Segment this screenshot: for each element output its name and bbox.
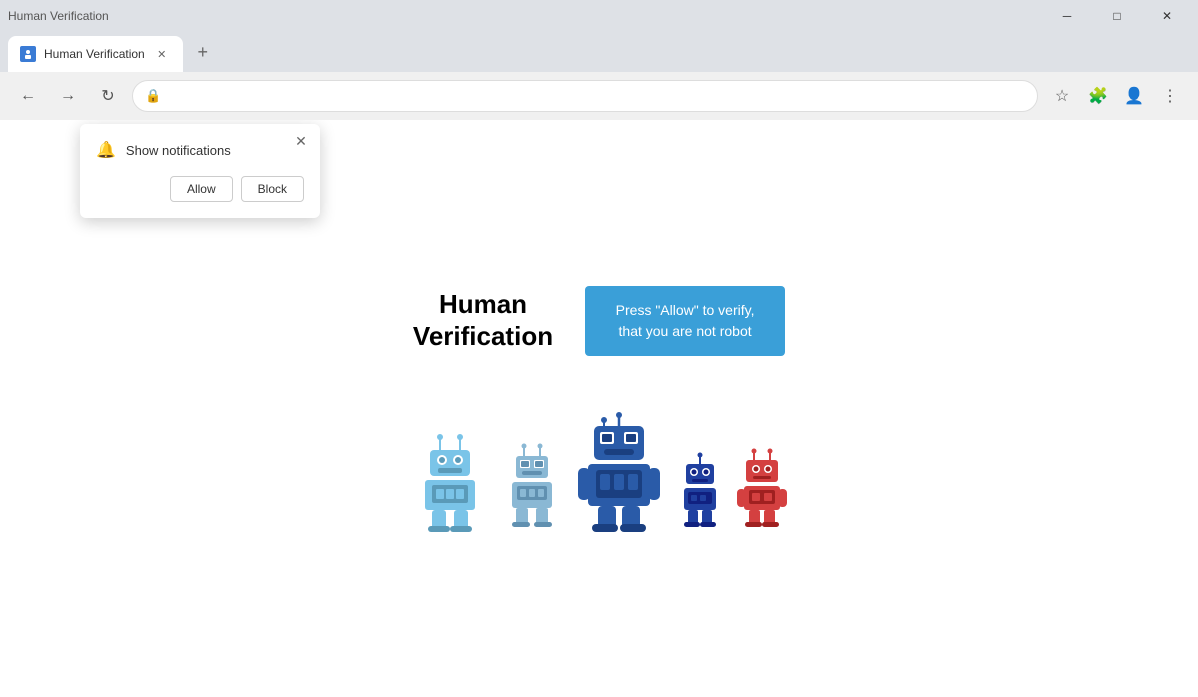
nav-bar: ← → ↻ 🔒 ☆ 🧩 👤 ⋮	[0, 72, 1198, 120]
back-button[interactable]: ←	[12, 80, 44, 112]
forward-button[interactable]: →	[52, 80, 84, 112]
tab-bar: Human Verification ✕ +	[0, 32, 1198, 72]
nav-actions: ☆ 🧩 👤 ⋮	[1046, 80, 1186, 112]
tab-title-text: Human Verification	[44, 47, 145, 61]
robot-2	[502, 442, 562, 532]
robot-3	[574, 412, 664, 532]
robot-1	[410, 432, 490, 532]
tab-favicon	[20, 46, 36, 62]
window-controls: ─ □ ✕	[1044, 0, 1190, 32]
profile-button[interactable]: 👤	[1118, 80, 1150, 112]
robots-section	[410, 412, 788, 532]
title-bar: Human Verification ─ □ ✕	[0, 0, 1198, 32]
notification-popup: ✕ 🔔 Show notifications Allow Block	[80, 124, 320, 218]
address-bar[interactable]: 🔒	[132, 80, 1038, 112]
active-tab[interactable]: Human Verification ✕	[8, 36, 183, 72]
verification-title: Human Verification	[413, 289, 553, 351]
new-tab-button[interactable]: +	[187, 36, 219, 68]
bell-icon: 🔔	[96, 140, 116, 160]
lock-icon: 🔒	[145, 88, 161, 104]
popup-buttons: Allow Block	[96, 176, 304, 202]
allow-button[interactable]: Allow	[170, 176, 233, 202]
page-content: ✕ 🔔 Show notifications Allow Block Human…	[0, 120, 1198, 697]
block-button[interactable]: Block	[241, 176, 304, 202]
bookmark-button[interactable]: ☆	[1046, 80, 1078, 112]
tab-close-button[interactable]: ✕	[153, 45, 171, 63]
verification-section: Human Verification Press "Allow" to veri…	[413, 286, 785, 356]
close-button[interactable]: ✕	[1144, 0, 1190, 32]
robot-4	[676, 452, 724, 532]
verification-cta: Press "Allow" to verify, that you are no…	[585, 286, 785, 356]
popup-close-button[interactable]: ✕	[292, 132, 310, 150]
extensions-button[interactable]: 🧩	[1082, 80, 1114, 112]
minimize-button[interactable]: ─	[1044, 0, 1090, 32]
popup-message: Show notifications	[126, 143, 231, 158]
browser-window: Human Verification ─ □ ✕ Human Verificat…	[0, 0, 1198, 697]
popup-header: 🔔 Show notifications	[96, 140, 304, 160]
robot-5	[736, 447, 788, 532]
maximize-button[interactable]: □	[1094, 0, 1140, 32]
menu-button[interactable]: ⋮	[1154, 80, 1186, 112]
reload-button[interactable]: ↻	[92, 80, 124, 112]
browser-title: Human Verification	[8, 9, 109, 23]
